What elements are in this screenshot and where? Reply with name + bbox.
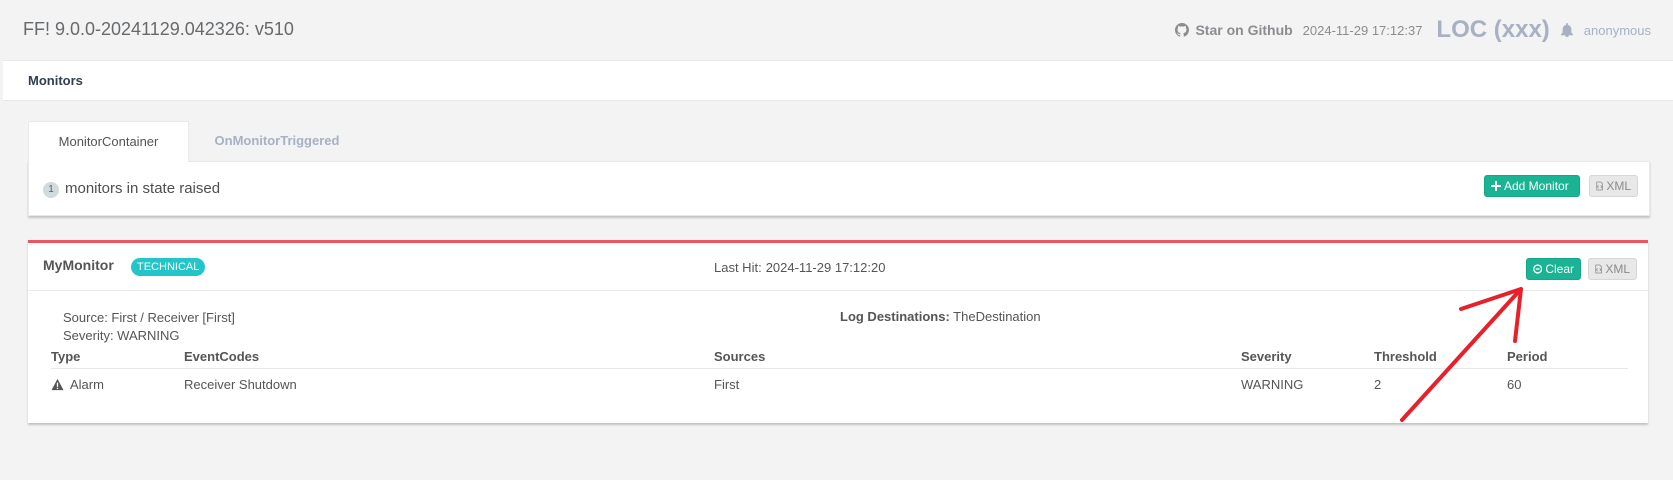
tab-monitor-container[interactable]: MonitorContainer (28, 121, 189, 162)
page-title: Monitors (28, 73, 83, 88)
clear-circle-icon (1533, 264, 1543, 274)
monitor-name: MyMonitor (43, 257, 114, 273)
xml-button[interactable]: XML (1589, 175, 1638, 197)
last-hit: Last Hit: 2024-11-29 17:12:20 (714, 260, 885, 275)
monitor-panel: MyMonitor TECHNICAL Last Hit: 2024-11-29 … (28, 240, 1648, 423)
cell-type: Alarm (51, 369, 184, 401)
warning-icon (51, 378, 64, 391)
count-badge: 1 (43, 182, 59, 198)
github-label: Star on Github (1195, 22, 1293, 38)
breadcrumb: Monitors (3, 61, 1673, 101)
col-header-eventcodes: EventCodes (184, 345, 714, 369)
top-navbar: FF! 9.0.0-20241129.042326: v510 Star on … (3, 0, 1673, 61)
top-right-group: Star on Github 2024-11-29 17:12:37 LOC (… (1175, 16, 1651, 44)
github-icon (1175, 23, 1190, 37)
last-hit-label: Last Hit: (714, 260, 762, 275)
table-row: Alarm Receiver Shutdown First WARNING 2 … (51, 369, 1628, 401)
monitor-summary-panel: 1 monitors in state raised Add Monitor X… (28, 161, 1650, 216)
log-dest-label: Log Destinations: (840, 309, 950, 324)
summary-text: monitors in state raised (65, 180, 221, 197)
app-title: FF! 9.0.0-20241129.042326: v510 (23, 19, 294, 39)
monitor-meta: Source: First / Receiver [First] Severit… (63, 309, 235, 345)
log-destinations: Log Destinations: TheDestination (840, 309, 1041, 324)
clear-button[interactable]: Clear (1526, 258, 1581, 280)
events-table: Type EventCodes Sources Severity Thresho… (51, 345, 1628, 400)
last-hit-value: 2024-11-29 17:12:20 (765, 260, 886, 275)
cell-eventcodes: Receiver Shutdown (184, 377, 297, 392)
github-link[interactable]: Star on Github (1175, 22, 1293, 38)
cell-threshold: 2 (1374, 377, 1382, 392)
cell-sources: First (714, 377, 740, 392)
cell-severity: WARNING (1241, 377, 1304, 392)
xml-label: XML (1605, 262, 1630, 276)
server-timestamp: 2024-11-29 17:12:37 (1302, 22, 1423, 38)
log-dest-value: TheDestination (953, 309, 1041, 324)
monitor-type-badge: TECHNICAL (131, 258, 206, 276)
monitor-source: Source: First / Receiver [First] (63, 310, 235, 325)
location-label: LOC (xxx) (1436, 16, 1550, 43)
bell-icon[interactable] (1560, 23, 1574, 37)
table-header-row: Type EventCodes Sources Severity Thresho… (51, 345, 1628, 369)
user-name[interactable]: anonymous (1584, 23, 1651, 38)
type-value: Alarm (70, 377, 104, 392)
col-header-type: Type (51, 345, 184, 369)
col-header-severity: Severity (1241, 345, 1374, 369)
add-monitor-label: Add Monitor (1504, 179, 1569, 193)
monitor-severity: Severity: WARNING (63, 328, 180, 343)
col-header-threshold: Threshold (1374, 345, 1507, 369)
add-monitor-button[interactable]: Add Monitor (1484, 175, 1580, 197)
monitor-header: MyMonitor TECHNICAL Last Hit: 2024-11-29 … (28, 243, 1648, 291)
file-code-icon (1595, 264, 1602, 274)
file-code-icon (1596, 181, 1603, 191)
cell-period: 60 (1507, 377, 1522, 392)
tab-on-monitor-triggered[interactable]: OnMonitorTriggered (202, 121, 352, 161)
xml-label: XML (1606, 179, 1631, 193)
col-header-period: Period (1507, 345, 1628, 369)
plus-icon (1491, 181, 1501, 191)
col-header-sources: Sources (714, 345, 1241, 369)
monitor-xml-button[interactable]: XML (1588, 258, 1637, 280)
clear-label: Clear (1545, 262, 1574, 276)
